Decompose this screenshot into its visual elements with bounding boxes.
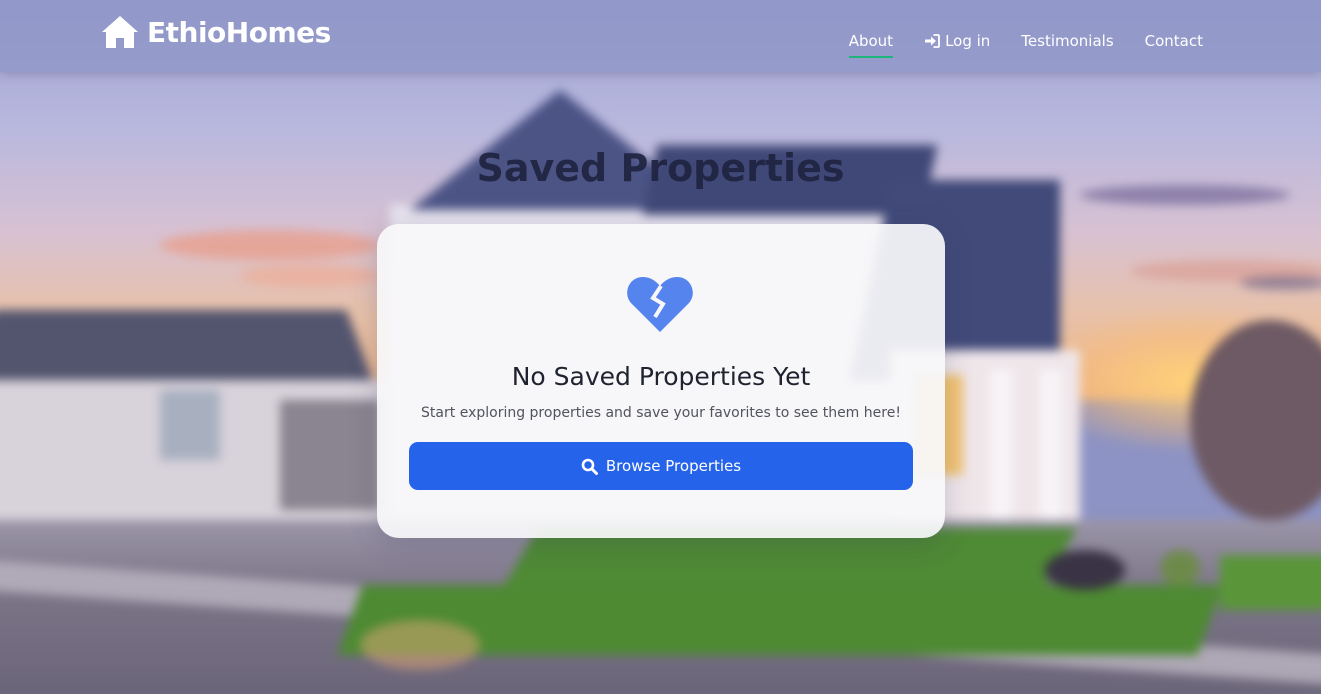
broken-heart-icon — [627, 276, 693, 332]
nav-item-label: Testimonials — [1021, 32, 1114, 50]
nav-item-contact[interactable]: Contact — [1145, 24, 1203, 58]
empty-state-message: Start exploring properties and save your… — [421, 405, 901, 421]
nav-item-login[interactable]: Log in — [924, 24, 990, 58]
brand-logo-link[interactable]: EthioHomes — [101, 15, 331, 49]
browse-properties-button[interactable]: Browse Properties — [409, 442, 913, 490]
nav-item-label: About — [848, 32, 894, 50]
house-icon — [102, 16, 138, 48]
page-title: Saved Properties — [476, 146, 845, 190]
nav-item-label: Log in — [945, 32, 991, 50]
navbar: EthioHomes About Log in Testimonials Con… — [0, 0, 1321, 72]
browse-properties-label: Browse Properties — [605, 457, 742, 475]
nav-item-testimonials[interactable]: Testimonials — [1021, 24, 1113, 58]
nav-item-about[interactable]: About — [848, 24, 894, 58]
main-nav: About Log in Testimonials Contact — [818, 24, 1203, 58]
sign-in-icon — [925, 34, 940, 48]
brand-name: EthioHomes — [147, 15, 331, 49]
nav-item-label: Contact — [1144, 32, 1203, 50]
empty-state-title: No Saved Properties Yet — [511, 362, 811, 391]
search-icon — [581, 458, 598, 475]
